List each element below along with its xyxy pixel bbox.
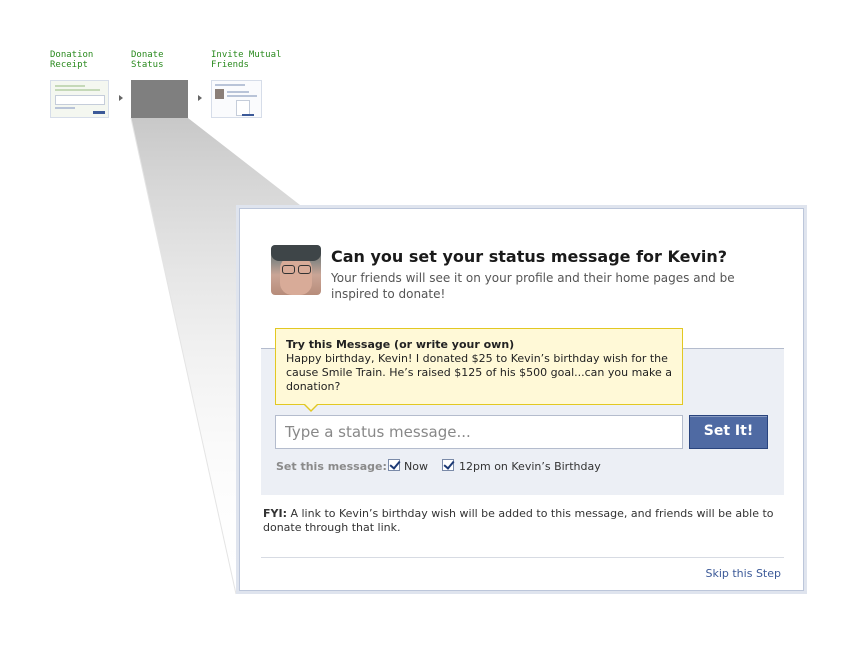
skip-step-link[interactable]: Skip this Step — [705, 567, 781, 580]
set-it-button[interactable]: Set It! — [689, 415, 768, 449]
checkbox-icon[interactable] — [388, 459, 400, 471]
option-now-label[interactable]: Now — [404, 460, 428, 473]
step-label: Invite Mutual Friends — [211, 50, 282, 70]
step-thumbnail-active[interactable] — [131, 80, 188, 118]
fyi-note: FYI: A link to Kevin’s birthday wish wil… — [263, 507, 783, 535]
tooltip-tail — [304, 403, 318, 410]
step-thumbnail[interactable] — [50, 80, 109, 118]
option-birthday-label[interactable]: 12pm on Kevin’s Birthday — [459, 460, 601, 473]
suggestion-text: Happy birthday, Kevin! I donated $25 to … — [286, 352, 673, 393]
avatar — [271, 245, 321, 295]
status-dialog: Can you set your status message for Kevi… — [239, 208, 804, 591]
status-dialog-frame: Can you set your status message for Kevi… — [236, 205, 807, 594]
arrow-right-icon — [198, 95, 202, 101]
status-message-input[interactable] — [275, 415, 683, 449]
set-message-label: Set this message: — [276, 460, 387, 473]
fyi-label: FYI: — [263, 507, 287, 520]
divider — [261, 557, 784, 558]
fyi-text: A link to Kevin’s birthday wish will be … — [263, 507, 774, 534]
step-thumbnail[interactable] — [211, 80, 262, 118]
suggestion-title: Try this Message (or write your own) — [286, 338, 515, 351]
suggested-message-tooltip[interactable]: Try this Message (or write your own) Hap… — [275, 328, 683, 405]
step-label: Donation Receipt — [50, 50, 94, 70]
arrow-right-icon — [119, 95, 123, 101]
checkbox-icon[interactable] — [442, 459, 454, 471]
step-label: Donate Status — [131, 50, 164, 70]
dialog-title: Can you set your status message for Kevi… — [331, 247, 728, 266]
dialog-subtitle: Your friends will see it on your profile… — [331, 271, 735, 301]
